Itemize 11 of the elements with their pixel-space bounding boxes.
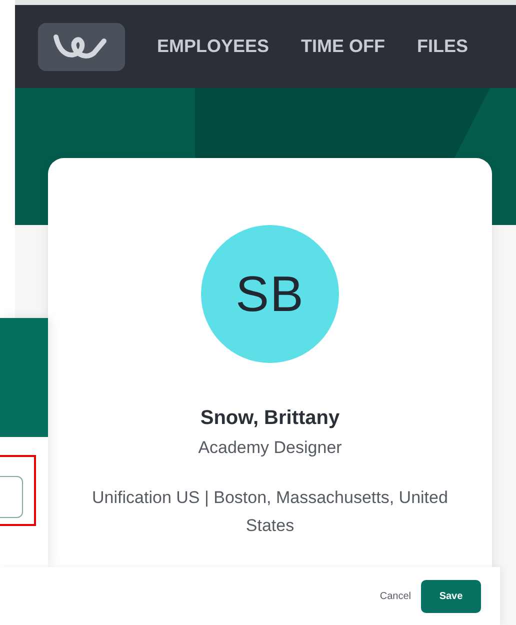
avatar: SB: [201, 225, 339, 363]
highlight-frame: [0, 455, 36, 526]
save-button[interactable]: Save: [421, 580, 481, 612]
employee-name: Snow, Brittany: [200, 407, 340, 430]
nav-link[interactable]: TIME OFF: [301, 36, 386, 57]
nav-link[interactable]: FILES: [417, 36, 468, 57]
location-text: Unification US | Boston, Massachusetts, United States: [91, 487, 449, 537]
logo[interactable]: [38, 22, 125, 70]
nav-link[interactable]: EMPLOYEES: [157, 36, 270, 57]
cancel-button[interactable]: Cancel: [376, 590, 415, 602]
job-title: Academy Designer: [198, 438, 342, 458]
